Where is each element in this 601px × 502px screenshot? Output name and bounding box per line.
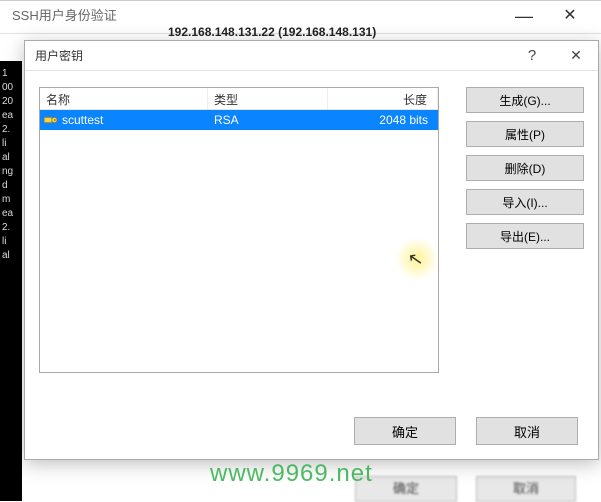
ssh-auth-ok-button[interactable]: 确定 — [355, 476, 457, 502]
column-name[interactable]: 名称 — [40, 88, 208, 109]
ok-button[interactable]: 确定 — [354, 417, 456, 445]
dialog-body: 名称 类型 长度 scuttest RSA 2048 bits 生成(G)... — [39, 87, 584, 395]
side-button-stack: 生成(G)... 属性(P) 删除(D) 导入(I)... 导出(E)... — [466, 87, 584, 249]
import-button[interactable]: 导入(I)... — [466, 189, 584, 215]
properties-button[interactable]: 属性(P) — [466, 121, 584, 147]
key-icon — [44, 114, 58, 126]
remote-host-line: 192.168.148.131.22 (192.168.148.131) — [168, 25, 376, 39]
parent-minimize-icon[interactable]: — — [501, 1, 547, 31]
column-type[interactable]: 类型 — [208, 88, 328, 109]
terminal-gutter: 1 0020 ea 2. lial ng d m ea 2.li al — [0, 61, 22, 501]
key-type: RSA — [208, 113, 328, 127]
dialog-title: 用户密钥 — [35, 47, 510, 64]
dialog-footer: 确定 取消 — [25, 417, 598, 445]
close-icon[interactable]: ✕ — [554, 47, 598, 64]
user-keys-dialog: 用户密钥 ? ✕ 名称 类型 长度 scuttest RSA — [24, 40, 599, 460]
parent-close-icon[interactable]: ✕ — [547, 1, 593, 31]
cancel-button[interactable]: 取消 — [476, 417, 578, 445]
table-row[interactable]: scuttest RSA 2048 bits — [40, 110, 438, 130]
dialog-titlebar[interactable]: 用户密钥 ? ✕ — [25, 41, 598, 71]
key-length: 2048 bits — [328, 113, 438, 127]
delete-button[interactable]: 删除(D) — [466, 155, 584, 181]
key-name: scuttest — [62, 113, 103, 127]
ssh-auth-cancel-button[interactable]: 取消 — [476, 476, 576, 502]
list-header[interactable]: 名称 类型 长度 — [40, 88, 438, 110]
key-list[interactable]: 名称 类型 长度 scuttest RSA 2048 bits — [39, 87, 439, 373]
ssh-auth-title: SSH用户身份验证 — [12, 5, 117, 24]
export-button[interactable]: 导出(E)... — [466, 223, 584, 249]
help-icon[interactable]: ? — [510, 47, 554, 64]
generate-button[interactable]: 生成(G)... — [466, 87, 584, 113]
column-length[interactable]: 长度 — [328, 88, 438, 109]
